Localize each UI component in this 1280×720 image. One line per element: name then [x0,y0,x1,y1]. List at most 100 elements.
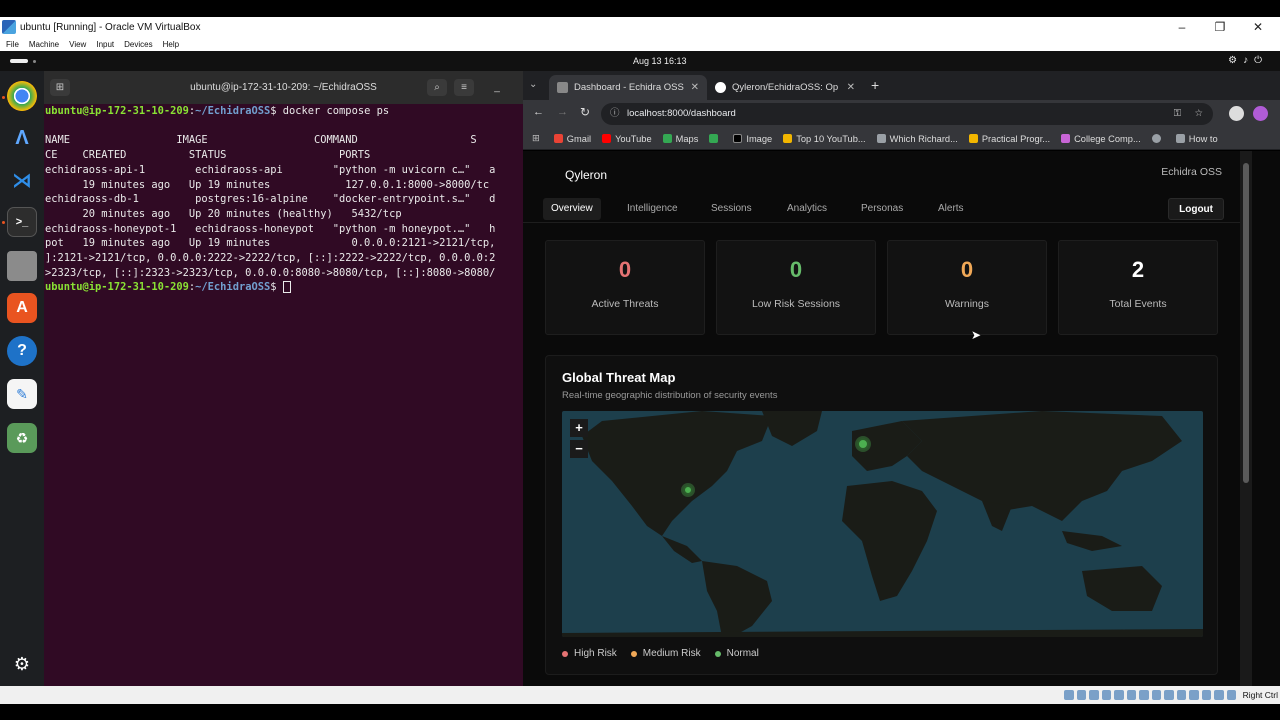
restore-button[interactable]: ❐ [1200,17,1240,37]
menu-icon[interactable]: ≡ [454,79,474,96]
browser-tabbar: ⌄ Dashboard - Echidra OSS ✕ Qyleron/Echi… [523,71,1280,100]
stat-value: 0 [789,257,803,282]
panel-clock[interactable]: Aug 13 16:13 [633,56,687,66]
files-icon[interactable] [7,251,37,281]
app-center-icon[interactable]: A [7,293,37,323]
bookmark-gmail[interactable]: Gmail [553,133,592,144]
apps-grid-icon[interactable]: ⊞ [532,133,540,144]
site-info-icon[interactable]: ⓘ [610,103,620,125]
youtube-icon [602,134,612,143]
vbox-titlebar: ubuntu [Running] - Oracle VM VirtualBox … [0,17,1280,37]
stat-label: Active Threats [591,298,659,310]
reload-icon[interactable]: ↻ [580,105,590,119]
bookmark-howto[interactable]: How to [1175,134,1218,144]
browser-toolbar: ← → ↻ ⓘ localhost:8000/dashboard ⚿ ☆ [523,100,1280,128]
bookmark-practical[interactable]: Practical Progr... [968,134,1050,144]
brand-name[interactable]: Qyleron [565,168,607,182]
terminal-line: >2323/tcp, [::]:2323->2323/tcp, 0.0.0.0:… [45,266,496,279]
world-map[interactable]: + − [562,411,1203,637]
show-apps-icon[interactable]: ⚙ [7,649,37,679]
legend-label: Medium Risk [642,648,701,659]
running-indicator [2,96,5,99]
terminal-line: echidraoss-honeypot-1 echidraoss-honeypo… [45,222,496,235]
terminal-line: 20 minutes ago Up 20 minutes (healthy) 5… [45,207,402,220]
right-edge [1252,151,1280,686]
bookmark-globe[interactable] [1151,134,1165,143]
ubuntu-top-panel: Aug 13 16:13 ⚙♪⏻ [0,51,1280,71]
menu-devices[interactable]: Devices [124,40,152,49]
bookmark-maps[interactable]: Maps [662,134,698,144]
minimize-icon[interactable]: _ [487,79,507,96]
new-tab-button[interactable]: + [871,77,879,93]
globe-icon [1151,134,1161,143]
nav-alerts[interactable]: Alerts [930,198,972,220]
bookmark-top10[interactable]: Top 10 YouTub... [783,134,866,144]
back-icon[interactable]: ← [533,106,544,118]
menu-input[interactable]: Input [96,40,114,49]
trash-icon[interactable]: ♻ [7,423,37,453]
zoom-out-button[interactable]: − [570,440,588,458]
x-icon [733,134,743,143]
terminal-line: echidraoss-api-1 echidraoss-api "python … [45,163,496,176]
bookmark-college[interactable]: College Comp... [1061,134,1141,144]
tab-github[interactable]: Qyleron/EchidraOSS: Op ✕ [707,75,863,100]
system-tray-icons[interactable]: ⚙♪⏻ [1228,55,1268,66]
legend-dot [562,650,568,657]
ubuntu-dock: Λ ⋊ >_ A ? ✎ ♻ ⚙ [0,71,44,686]
profile-avatar[interactable] [1253,106,1268,121]
screen-top-border [0,0,1280,17]
chrome-icon[interactable] [7,81,37,111]
close-button[interactable]: ✕ [1238,17,1278,37]
tab-search-icon[interactable]: ⌄ [529,79,537,90]
address-bar[interactable]: ⓘ localhost:8000/dashboard ⚿ ☆ [601,103,1213,125]
zoom-in-button[interactable]: + [570,419,588,437]
menu-help[interactable]: Help [163,40,179,49]
terminal-icon[interactable]: >_ [7,207,37,237]
map-marker-normal[interactable] [857,438,869,450]
menu-machine[interactable]: Machine [29,40,59,49]
activities-indicator[interactable] [10,59,28,63]
bookmark-star-icon[interactable]: ☆ [1194,103,1203,125]
vbox-menubar: File Machine View Input Devices Help [0,37,1280,51]
nav-intelligence[interactable]: Intelligence [619,198,686,220]
forward-icon[interactable]: → [557,106,568,118]
legend-dot [714,650,721,657]
terminal-line: NAME IMAGE COMMAND S [45,134,477,147]
stat-card-total-events: 2 Total Events [1058,240,1218,335]
page-scrollbar[interactable] [1240,151,1252,686]
bookmark-label: Gmail [566,133,592,144]
scrollbar-thumb[interactable] [1243,163,1249,483]
help-icon[interactable]: ? [7,336,37,366]
nav-personas[interactable]: Personas [853,198,911,220]
terminal-output[interactable]: ubuntu@ip-172-31-10-209:~/EchidraOSS$ do… [44,104,523,686]
running-indicator [2,221,5,224]
vbox-statusbar: Right Ctrl [0,686,1280,704]
tab-dashboard[interactable]: Dashboard - Echidra OSS ✕ [549,75,707,100]
stat-card-low-risk-sessions: 0 Low Risk Sessions [716,240,876,335]
nav-analytics[interactable]: Analytics [779,198,835,220]
menu-file[interactable]: File [6,40,19,49]
pin-icon [709,134,719,143]
bookmark-image[interactable]: Image [733,134,772,144]
nav-sessions[interactable]: Sessions [703,198,760,220]
bookmark-richard[interactable]: Which Richard... [876,134,958,144]
logout-button[interactable]: Logout [1168,198,1224,220]
vscode-icon[interactable]: ⋊ [7,165,37,195]
key-icon[interactable]: ⚿ [1174,103,1181,125]
bookmark-unnamed[interactable] [709,134,722,143]
close-tab-icon[interactable]: ✕ [691,82,699,93]
vbox-device-icons[interactable] [1064,690,1236,700]
nav-overview[interactable]: Overview [543,198,601,220]
app-header: Qyleron Echidra OSS [523,151,1240,193]
extension-icon[interactable] [1229,106,1244,121]
folder-icon [783,134,793,143]
arduino-icon[interactable]: Λ [7,123,37,153]
menu-view[interactable]: View [69,40,86,49]
map-marker-normal[interactable] [683,485,693,495]
bookmark-youtube[interactable]: YouTube [602,134,652,144]
text-editor-icon[interactable]: ✎ [7,379,37,409]
close-tab-icon[interactable]: ✕ [847,82,855,93]
search-icon[interactable]: ⌕ [427,79,447,96]
prompt-path: ~/EchidraOSS [195,105,271,117]
minimize-button[interactable]: – [1162,17,1202,37]
